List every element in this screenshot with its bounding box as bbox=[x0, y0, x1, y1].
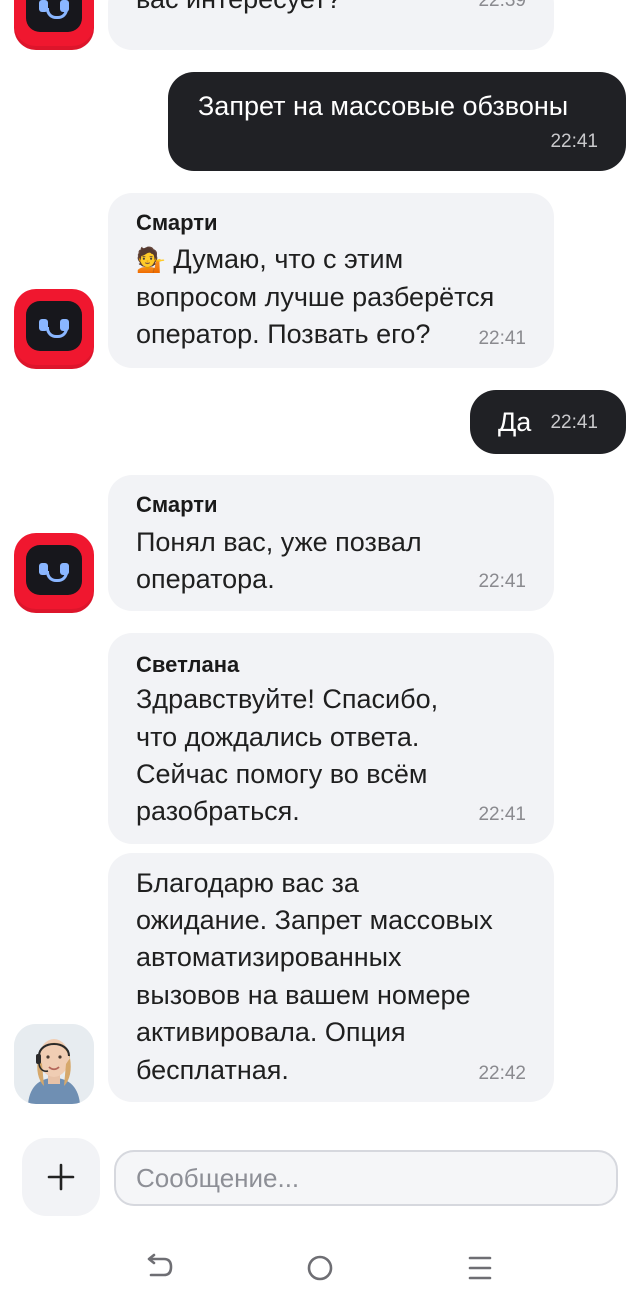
message-line: автоматизированных bbox=[136, 942, 402, 972]
message-bubble-operator: Благодарю вас за ожидание. Запрет массов… bbox=[108, 853, 554, 1102]
message-time: 22:41 bbox=[550, 412, 598, 433]
message-text: 💁 Думаю, что с этим bbox=[136, 241, 403, 279]
plus-icon bbox=[47, 1163, 75, 1191]
person-tipping-hand-emoji-icon: 💁 bbox=[136, 247, 166, 274]
menu-icon bbox=[468, 1256, 492, 1280]
message-line: разобраться. bbox=[136, 796, 300, 826]
message-line: Думаю, что с этим bbox=[173, 244, 404, 274]
message-line: Здравствуйте! Спасибо, bbox=[136, 684, 439, 714]
message-bubble-bot: Смарти 💁 Думаю, что с этим вопросом лучш… bbox=[108, 193, 554, 368]
sender-name: Смарти bbox=[136, 210, 218, 235]
message-time: 22:39 bbox=[478, 0, 526, 11]
robot-face-icon bbox=[26, 545, 82, 595]
sender-name: Светлана bbox=[136, 652, 240, 677]
bot-avatar bbox=[14, 0, 94, 50]
sender-name: Смарти bbox=[136, 492, 218, 517]
message-line: вопросом лучше разберётся bbox=[136, 282, 495, 312]
robot-face-icon bbox=[26, 0, 82, 32]
bot-avatar bbox=[14, 533, 94, 613]
attach-button[interactable] bbox=[22, 1138, 100, 1216]
message-bubble-bot: вас интересует? 22:39 bbox=[108, 0, 554, 50]
message-line: активировала. Опция bbox=[136, 1017, 406, 1047]
message-bubble-user: Запрет на массовые обзвоны 22:41 bbox=[168, 72, 626, 171]
message-time: 22:41 bbox=[478, 328, 526, 349]
message-time: 22:41 bbox=[550, 131, 598, 152]
operator-photo bbox=[14, 1024, 94, 1104]
message-line: Благодарю вас за bbox=[136, 868, 359, 898]
message-line: оператор. Позвать его? bbox=[136, 319, 431, 349]
message-text: Да bbox=[498, 407, 532, 437]
message-line: вызовов на вашем номере bbox=[136, 980, 471, 1010]
message-line: что дождались ответа. bbox=[136, 722, 420, 752]
message-line: Сейчас помогу во всём bbox=[136, 759, 428, 789]
message-line: оператора. bbox=[136, 564, 275, 594]
nav-back-button[interactable] bbox=[140, 1250, 180, 1284]
message-input[interactable] bbox=[114, 1150, 618, 1206]
robot-face-icon bbox=[26, 301, 82, 351]
operator-avatar bbox=[14, 1024, 94, 1104]
message-bubble-operator: Светлана Здравствуйте! Спасибо, что дожд… bbox=[108, 633, 554, 844]
message-line: бесплатная. bbox=[136, 1055, 289, 1085]
home-icon bbox=[307, 1255, 333, 1281]
message-time: 22:41 bbox=[478, 804, 526, 825]
message-text: вас интересует? bbox=[136, 0, 341, 18]
message-text: Запрет на массовые обзвоны bbox=[198, 91, 569, 121]
message-line: ожидание. Запрет массовых bbox=[136, 905, 493, 935]
bot-avatar bbox=[14, 289, 94, 369]
message-bubble-bot: Смарти Понял вас, уже позвал оператора. … bbox=[108, 475, 554, 611]
message-line: Понял вас, уже позвал bbox=[136, 527, 422, 557]
message-bubble-user: Да 22:41 bbox=[470, 390, 626, 454]
nav-menu-button[interactable] bbox=[462, 1250, 498, 1286]
nav-home-button[interactable] bbox=[302, 1250, 338, 1286]
message-time: 22:42 bbox=[478, 1063, 526, 1084]
back-icon bbox=[147, 1253, 173, 1277]
message-time: 22:41 bbox=[478, 571, 526, 592]
